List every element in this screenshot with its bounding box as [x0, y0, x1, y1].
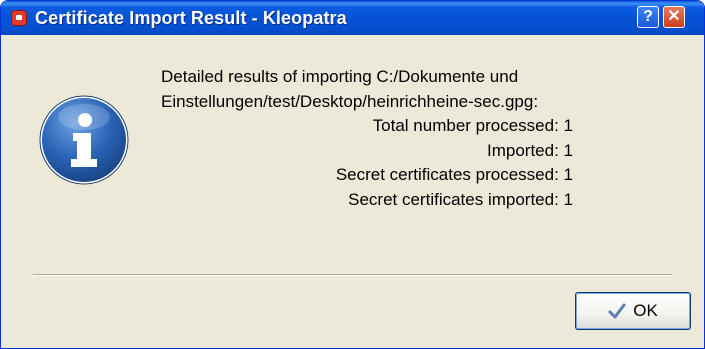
stat-secret-imported: Secret certificates imported: 1 [348, 189, 573, 209]
info-icon [39, 95, 129, 185]
help-button[interactable]: ? [637, 6, 659, 28]
window-title: Certificate Import Result - Kleopatra [35, 8, 347, 28]
ok-button[interactable]: OK [575, 292, 691, 330]
kleopatra-icon[interactable] [11, 10, 27, 26]
checkmark-icon [608, 303, 626, 319]
stat-imported: Imported: 1 [487, 140, 573, 160]
import-result-dialog: Certificate Import Result - Kleopatra ? … [0, 0, 705, 349]
stat-total-processed: Total number processed: 1 [372, 116, 573, 135]
stat-secret-processed: Secret certificates processed: 1 [335, 165, 573, 184]
dialog-body: Detailed results of importing C:/Dokumen… [1, 35, 704, 348]
separator [33, 274, 672, 276]
message-line: Einstellungen/test/Desktop/heinrichheine… [161, 91, 539, 111]
ok-button-label: OK [633, 301, 658, 320]
message-line: Detailed results of importing C:/Dokumen… [161, 67, 519, 86]
close-button[interactable]: ✕ [663, 6, 685, 28]
result-message: Detailed results of importing C:/Dokumen… [161, 65, 661, 212]
title-bar[interactable]: Certificate Import Result - Kleopatra ? … [1, 1, 704, 35]
